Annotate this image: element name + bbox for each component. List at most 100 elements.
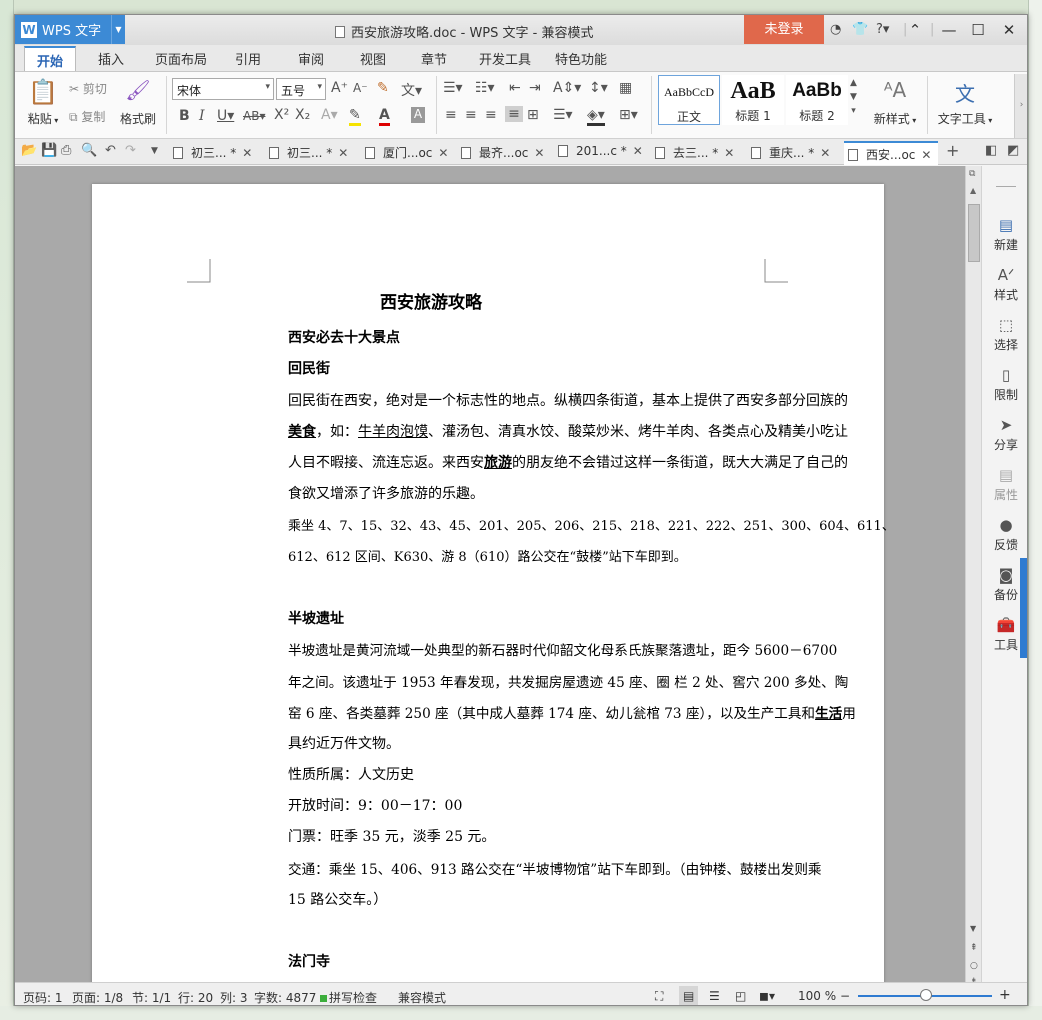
tab-chapter[interactable]: 章节 [421, 49, 447, 68]
page-view-icon[interactable]: ▤ [679, 986, 699, 1005]
italic-icon[interactable]: I [199, 108, 205, 124]
tab-developer[interactable]: 开发工具 [479, 49, 531, 68]
zoom-in-icon[interactable]: + [999, 987, 1011, 1003]
doc-tab[interactable]: 初三... * ✕ [269, 144, 348, 161]
side-share-button[interactable]: ➤ 分享 [982, 416, 1027, 453]
shading-icon[interactable]: ◈▾ [587, 107, 605, 126]
subscript-icon[interactable]: X₂ [295, 107, 310, 123]
ribbon-scroll-right-icon[interactable]: › [1014, 74, 1027, 138]
close-tab-icon[interactable]: ✕ [633, 144, 643, 158]
scroll-up-icon[interactable]: ▲ [970, 186, 976, 195]
decrease-indent-icon[interactable]: ⇤ [509, 80, 521, 96]
login-button[interactable]: 未登录 [744, 15, 824, 44]
tab-special-features[interactable]: 特色功能 [555, 49, 607, 68]
doc-tab[interactable]: 去三... * ✕ [655, 144, 734, 161]
side-properties-button[interactable]: ▤ 属性 [982, 466, 1027, 503]
close-button[interactable]: ✕ [995, 19, 1023, 41]
tab-start[interactable]: 开始 [24, 46, 77, 71]
align-right-icon[interactable]: ≡ [485, 107, 497, 123]
copy-button[interactable]: ⧉ 复制 [69, 108, 105, 125]
vertical-scrollbar[interactable]: ⧉ ▲ ▼ ⇞ ○ ⇟ [965, 166, 981, 987]
text-effect-icon[interactable]: A▾ [321, 107, 338, 123]
strikethrough-icon[interactable]: AB▾ [243, 109, 265, 123]
side-restrict-button[interactable]: ▯ 限制 [982, 366, 1027, 403]
text-tools-button[interactable]: 文 文字工具 ▾ [933, 78, 997, 127]
pane-expand-tab[interactable] [1020, 558, 1027, 658]
tshirt-icon[interactable]: 👕 [852, 22, 868, 37]
zoom-slider-thumb[interactable] [920, 989, 932, 1001]
close-tab-icon[interactable]: ✕ [820, 146, 830, 160]
new-tab-icon[interactable]: + [946, 141, 959, 160]
doc-tab-active[interactable]: 西安...oc ✕ [844, 141, 938, 165]
font-name-select[interactable]: 宋体 [172, 78, 274, 100]
bold-icon[interactable]: B [179, 108, 190, 124]
tab-references[interactable]: 引用 [235, 49, 261, 68]
help-icon[interactable]: ?▾ [876, 22, 889, 37]
link-text[interactable]: 美食 [288, 424, 316, 440]
align-center-icon[interactable]: ≡ [465, 107, 477, 123]
distribute-icon[interactable]: ⊞ [527, 107, 539, 123]
link-text[interactable]: 牛羊肉泡馍 [358, 424, 428, 440]
cut-button[interactable]: ✂ 剪切 [69, 80, 107, 97]
highlight-icon[interactable]: ✎ [349, 107, 361, 126]
side-style-button[interactable]: Aᐟ 样式 [982, 266, 1027, 303]
link-text[interactable]: 旅游 [484, 455, 512, 471]
prev-page-icon[interactable]: ⇞ [970, 943, 978, 953]
link-text[interactable]: 生活 [815, 706, 842, 722]
style-normal[interactable]: AaBbCcD 正文 [658, 75, 720, 125]
reading-view-icon[interactable]: ◼▾ [759, 989, 775, 1003]
clear-format-icon[interactable]: ✎ [377, 80, 389, 96]
split-icon[interactable]: ⧉ [969, 169, 975, 179]
increase-indent-icon[interactable]: ⇥ [529, 80, 541, 96]
print-icon[interactable]: ⎙ [61, 143, 71, 158]
scroll-thumb[interactable] [968, 204, 980, 262]
wps-app-menu-button[interactable]: W WPS 文字 ▼ [15, 15, 125, 44]
doc-tab[interactable]: 201...c * ✕ [558, 144, 643, 158]
underline-icon[interactable]: U▾ [217, 108, 234, 124]
zoom-level[interactable]: 100 % [798, 989, 836, 1003]
tab-page-layout[interactable]: 页面布局 [155, 49, 207, 68]
style-heading-2[interactable]: AaBb 标题 2 [786, 75, 848, 125]
browse-object-icon[interactable]: ○ [970, 961, 978, 971]
font-color-icon[interactable]: A [379, 107, 390, 126]
redo-icon[interactable]: ↷ [125, 143, 136, 158]
paste-button[interactable]: 📋 粘贴 ▾ [23, 78, 63, 127]
close-tab-icon[interactable]: ✕ [534, 146, 544, 160]
table-icon[interactable]: ▦ [619, 80, 632, 96]
border-icon[interactable]: ⊞▾ [619, 107, 638, 123]
chevron-down-icon[interactable]: ▼ [151, 146, 158, 156]
sort-icon[interactable]: ↕▾ [589, 80, 608, 96]
tab-menu-icon[interactable]: ◩ [1007, 143, 1019, 158]
fullscreen-icon[interactable]: ⛶ [655, 989, 663, 1004]
maximize-button[interactable]: ☐ [964, 19, 992, 41]
outline-view-icon[interactable]: ☰ [709, 989, 720, 1003]
style-gallery-scroll-icon[interactable]: ▲ ▼ ▾ [850, 76, 857, 118]
close-tab-icon[interactable]: ✕ [438, 146, 448, 160]
collapse-ribbon-icon[interactable]: ⌃ [901, 19, 929, 41]
bullet-list-icon[interactable]: ☰▾ [443, 80, 463, 96]
doc-tab[interactable]: 最齐...oc ✕ [461, 144, 544, 161]
tab-list-icon[interactable]: ◧ [985, 143, 997, 158]
side-feedback-button[interactable]: ● 反馈 [982, 516, 1027, 553]
close-tab-icon[interactable]: ✕ [921, 148, 931, 162]
font-size-select[interactable]: 五号 [276, 78, 326, 100]
superscript-icon[interactable]: X² [274, 107, 289, 123]
close-tab-icon[interactable]: ✕ [724, 146, 734, 160]
align-left-icon[interactable]: ≡ [445, 107, 457, 123]
save-icon[interactable]: 💾 [41, 143, 57, 158]
web-view-icon[interactable]: ◰ [735, 989, 746, 1003]
doc-tab[interactable]: 重庆... * ✕ [751, 144, 830, 161]
close-tab-icon[interactable]: ✕ [242, 146, 252, 160]
print-preview-icon[interactable]: 🔍 [81, 143, 97, 158]
side-select-button[interactable]: ⬚ 选择 [982, 316, 1027, 353]
document-page[interactable]: 西安旅游攻略 西安必去十大景点 回民街 回民街在西安，绝对是一个标志性的地点。纵… [92, 184, 895, 1004]
pinyin-icon[interactable]: 文▾ [401, 80, 422, 100]
close-tab-icon[interactable]: ✕ [338, 146, 348, 160]
line-spacing-icon[interactable]: ☰▾ [553, 107, 573, 123]
tab-review[interactable]: 审阅 [298, 49, 324, 68]
scroll-down-icon[interactable]: ▼ [970, 924, 976, 933]
minimize-button[interactable]: — [935, 19, 963, 41]
char-shading-icon[interactable]: A [411, 107, 425, 123]
status-words[interactable]: 字数: 4877 [254, 989, 316, 1005]
text-direction-icon[interactable]: A⇕▾ [553, 80, 581, 96]
